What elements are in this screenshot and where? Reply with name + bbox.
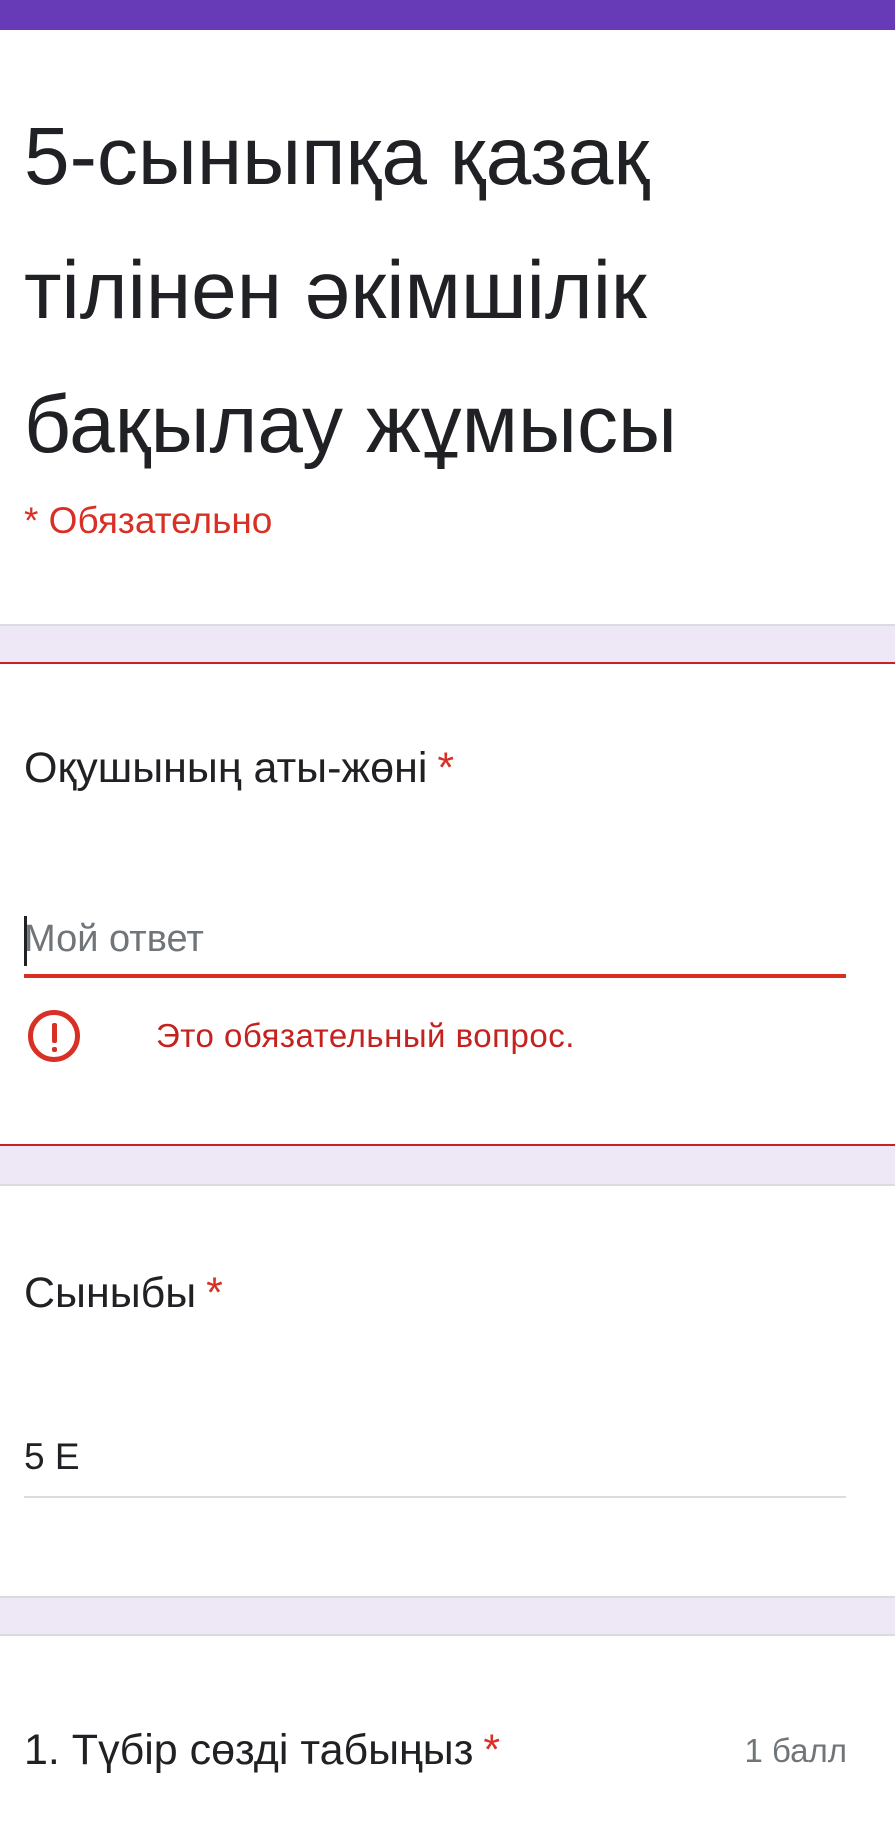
error-message: Это обязательный вопрос.: [156, 1017, 575, 1054]
question-title: 1. Түбір сөзді табыңыз *: [24, 1726, 500, 1775]
question-title: Оқушының аты-жөні *: [24, 744, 454, 793]
question-card-name: Оқушының аты-жөні* Это обязательный вопр…: [0, 662, 895, 1146]
error-icon: [28, 1010, 80, 1062]
form-theme-bar: [0, 0, 895, 30]
form-title: 5-сыныпқа қазақ тілінен әкімшілік бақыла…: [24, 111, 677, 470]
student-name-input[interactable]: [24, 904, 846, 978]
question-label: 1. Түбір сөзді табыңыз: [24, 1726, 474, 1774]
points-label: 1 балл: [744, 1732, 847, 1769]
question-title: Сыныбы *: [24, 1269, 223, 1318]
question-label: Сыныбы: [24, 1269, 197, 1317]
question-card-1: 1. Түбір сөзді табыңыз * 1 балл: [0, 1634, 895, 1830]
required-asterisk: *: [437, 744, 455, 792]
text-cursor: [24, 916, 27, 966]
form-header-card: 5-сыныпқа қазақ тілінен әкімшілік бақыла…: [0, 30, 895, 626]
class-answer-input[interactable]: 5 Е: [24, 1436, 80, 1478]
input-underline: [24, 1496, 846, 1498]
required-asterisk: *: [483, 1726, 501, 1774]
required-note: * Обязательно: [24, 500, 273, 541]
validation-error: Это обязательный вопрос.: [28, 1004, 575, 1068]
question-label: Оқушының аты-жөні: [24, 744, 428, 792]
question-card-class: Сыныбы * 5 Е: [0, 1184, 895, 1598]
required-asterisk: *: [206, 1269, 223, 1317]
